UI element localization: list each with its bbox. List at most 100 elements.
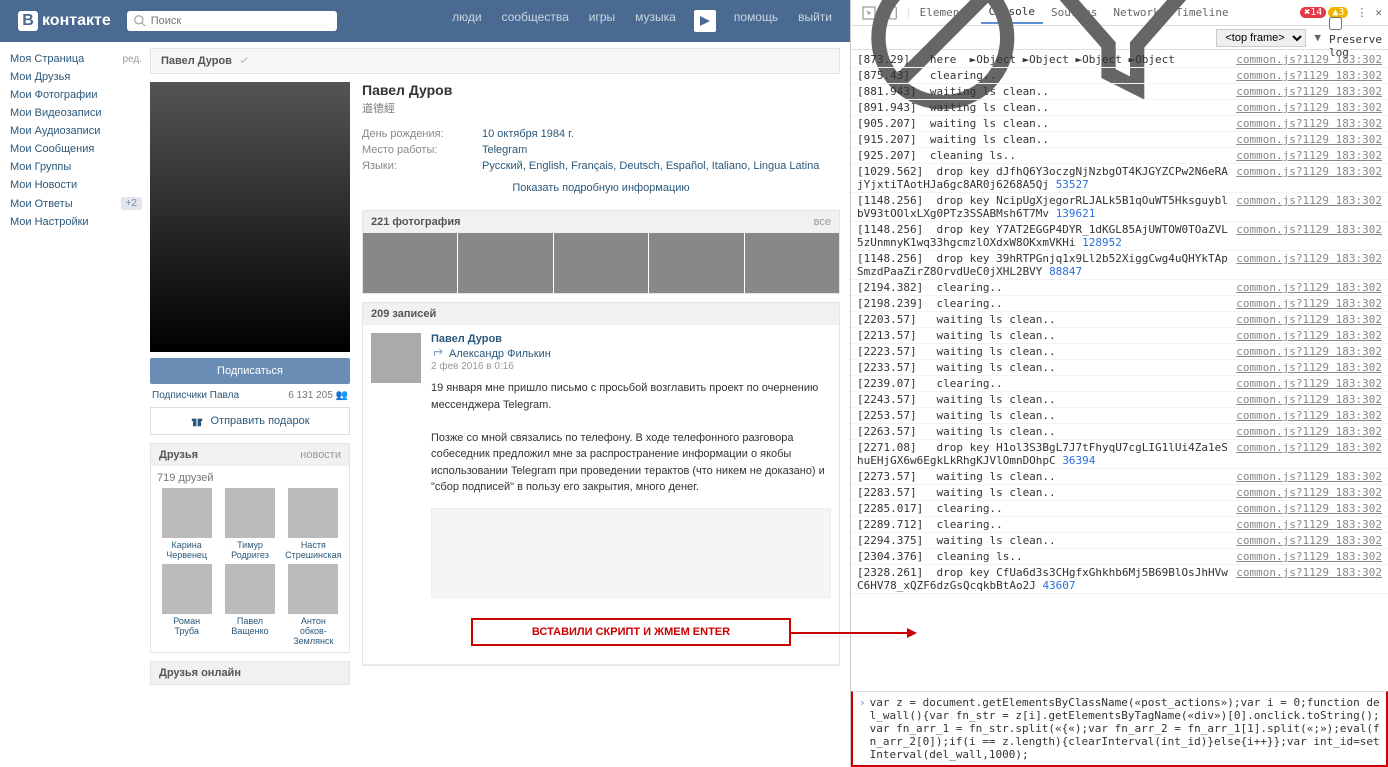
log-line: [873.29] here ►Object ►Object ►Object ►O… xyxy=(851,52,1388,68)
nav-logout[interactable]: выйти xyxy=(788,10,842,32)
log-line: [875.43] clearing..common.js?1129 183:30… xyxy=(851,68,1388,84)
wall-post: Павел Дуров Александр Филькин 2 фев 2016… xyxy=(363,325,839,665)
photo-thumb[interactable] xyxy=(458,233,552,293)
languages[interactable]: Русский, English, Français, Deutsch, Esp… xyxy=(482,160,819,172)
profile-header: Павел Дуров xyxy=(150,48,840,74)
work-link[interactable]: Telegram xyxy=(482,144,527,156)
photos-block: 221 фотографиявсе xyxy=(362,210,840,294)
nav-my-messages[interactable]: Мои Сообщения xyxy=(10,140,150,158)
photo-thumb[interactable] xyxy=(363,233,457,293)
log-line: [881.943] waiting ls clean..common.js?11… xyxy=(851,84,1388,100)
search-input[interactable] xyxy=(151,15,331,27)
friends-news-link[interactable]: новости xyxy=(300,449,341,461)
inspect-icon[interactable] xyxy=(861,5,877,21)
nav-help[interactable]: помощь xyxy=(724,10,788,32)
post-author[interactable]: Павел Дуров xyxy=(431,333,831,345)
friends-block: Друзьяновости 719 друзей КаринаЧервенец … xyxy=(150,443,350,653)
nav-people[interactable]: люди xyxy=(442,10,491,32)
nav-my-videos[interactable]: Мои Видеозаписи xyxy=(10,104,150,122)
console-output[interactable]: [873.29] here ►Object ►Object ►Object ►O… xyxy=(851,50,1388,691)
log-line: [891.943] waiting ls clean..common.js?11… xyxy=(851,100,1388,116)
error-count[interactable]: ✖14 xyxy=(1300,7,1326,18)
reposter-name[interactable]: Александр Филькин xyxy=(449,348,551,360)
log-line: [2289.712] clearing..common.js?1129 183:… xyxy=(851,517,1388,533)
log-line: [2198.239] clearing..common.js?1129 183:… xyxy=(851,296,1388,312)
subscribers-link[interactable]: Подписчики Павла xyxy=(152,390,239,401)
left-nav: Моя Страницаред. Мои Друзья Мои Фотограф… xyxy=(0,42,150,767)
log-line: [2223.57] waiting ls clean..common.js?11… xyxy=(851,344,1388,360)
show-more-info[interactable]: Показать подробную информацию xyxy=(362,174,840,202)
profile-avatar[interactable] xyxy=(150,82,350,352)
log-line: [915.207] waiting ls clean..common.js?11… xyxy=(851,132,1388,148)
log-line: [2253.57] waiting ls clean..common.js?11… xyxy=(851,408,1388,424)
nav-my-groups[interactable]: Мои Группы xyxy=(10,158,150,176)
nav-music[interactable]: музыка xyxy=(625,10,686,32)
photos-all-link[interactable]: все xyxy=(814,216,831,228)
friends-online-header: Друзья онлайн xyxy=(159,667,241,679)
nav-my-page[interactable]: Моя Страницаред. xyxy=(10,50,150,68)
frame-select[interactable]: <top frame> xyxy=(1216,29,1306,47)
verified-icon xyxy=(238,55,250,67)
friend-item[interactable]: КаринаЧервенец xyxy=(157,488,216,560)
log-line: [1148.256] drop key NcipUgXjegorRLJALk5B… xyxy=(851,193,1388,222)
photo-thumb[interactable] xyxy=(745,233,839,293)
log-line: [2273.57] waiting ls clean..common.js?11… xyxy=(851,469,1388,485)
top-bar: Bконтакте люди сообщества игры музыка по… xyxy=(0,0,850,42)
log-line: [2233.57] waiting ls clean..common.js?11… xyxy=(851,360,1388,376)
log-line: [2213.57] waiting ls clean..common.js?11… xyxy=(851,328,1388,344)
friend-item[interactable]: ПавелВащенко xyxy=(220,564,279,646)
nav-games[interactable]: игры xyxy=(579,10,625,32)
log-line: [1148.256] drop key 39hRTPGnjq1x9Ll2b52X… xyxy=(851,251,1388,280)
log-line: [1148.256] drop key Y7AT2EGGP4DYR_1dKGL8… xyxy=(851,222,1388,251)
answers-badge: +2 xyxy=(121,197,142,210)
nav-my-settings[interactable]: Мои Настройки xyxy=(10,213,150,231)
post-avatar[interactable] xyxy=(371,333,421,383)
birthday-link[interactable]: 10 октября 1984 г. xyxy=(482,128,574,140)
device-icon[interactable] xyxy=(885,5,901,21)
log-line: [2194.382] clearing..common.js?1129 183:… xyxy=(851,280,1388,296)
log-line: [2263.57] waiting ls clean..common.js?11… xyxy=(851,424,1388,440)
friend-item[interactable]: Антонобков-Землянск xyxy=(284,564,343,646)
nav-communities[interactable]: сообщества xyxy=(492,10,579,32)
profile-name: Павел Дуров xyxy=(362,82,840,98)
subscribers-count: 6 131 205 👥 xyxy=(288,390,348,401)
post-date: 2 фев 2016 в 0:16 xyxy=(431,361,831,372)
log-line: [905.207] waiting ls clean..common.js?11… xyxy=(851,116,1388,132)
nav-my-audio[interactable]: Мои Аудиозаписи xyxy=(10,122,150,140)
profile-info: День рождения:10 октября 1984 г. Место р… xyxy=(362,126,840,174)
nav-my-friends[interactable]: Мои Друзья xyxy=(10,68,150,86)
log-line: [1029.562] drop key dJfhQ6Y3oczgNjNzbgOT… xyxy=(851,164,1388,193)
photo-thumb[interactable] xyxy=(649,233,743,293)
top-nav: люди сообщества игры музыка помощь выйти xyxy=(442,10,842,32)
log-line: [2304.376] cleaning ls..common.js?1129 1… xyxy=(851,549,1388,565)
friends-header: Друзья xyxy=(159,449,198,461)
search-box[interactable] xyxy=(127,11,337,31)
vk-logo[interactable]: Bконтакте xyxy=(8,11,121,31)
log-line: [925.207] cleaning ls..common.js?1129 18… xyxy=(851,148,1388,164)
log-line: [2203.57] waiting ls clean..common.js?11… xyxy=(851,312,1388,328)
console-input[interactable]: › var z = document.getElementsByClassNam… xyxy=(851,691,1388,767)
friend-item[interactable]: РоманТруба xyxy=(157,564,216,646)
log-line: [2239.07] clearing..common.js?1129 183:3… xyxy=(851,376,1388,392)
nav-my-news[interactable]: Мои Новости xyxy=(10,176,150,194)
arrow-icon xyxy=(789,632,909,634)
friend-item[interactable]: ТимурРодригез xyxy=(220,488,279,560)
log-line: [2328.261] drop key CfUa6d3s3CHgfxGhkhb6… xyxy=(851,565,1388,594)
log-line: [2285.017] clearing..common.js?1129 183:… xyxy=(851,501,1388,517)
play-button[interactable] xyxy=(694,10,716,32)
log-line: [2294.375] waiting ls clean..common.js?1… xyxy=(851,533,1388,549)
friend-item[interactable]: НастяСтрешинская xyxy=(284,488,343,560)
posts-block: 209 записей Павел Дуров Александр Фильки… xyxy=(362,302,840,666)
subscribe-button[interactable]: Подписаться xyxy=(150,358,350,384)
nav-my-answers[interactable]: Мои Ответы+2 xyxy=(10,194,150,213)
post-image[interactable] xyxy=(431,508,831,598)
profile-header-name: Павел Дуров xyxy=(161,55,232,67)
profile-status[interactable]: 道德經 xyxy=(362,100,840,116)
script-callout: ВСТАВИЛИ СКРИПТ И ЖМЕМ ENTER xyxy=(471,618,791,646)
search-icon xyxy=(133,14,147,28)
log-line: [2283.57] waiting ls clean..common.js?11… xyxy=(851,485,1388,501)
nav-my-photos[interactable]: Мои Фотографии xyxy=(10,86,150,104)
photo-thumb[interactable] xyxy=(554,233,648,293)
gift-button[interactable]: Отправить подарок xyxy=(150,407,350,435)
devtools-panel: | Elements Console Sources Network Timel… xyxy=(850,0,1388,767)
